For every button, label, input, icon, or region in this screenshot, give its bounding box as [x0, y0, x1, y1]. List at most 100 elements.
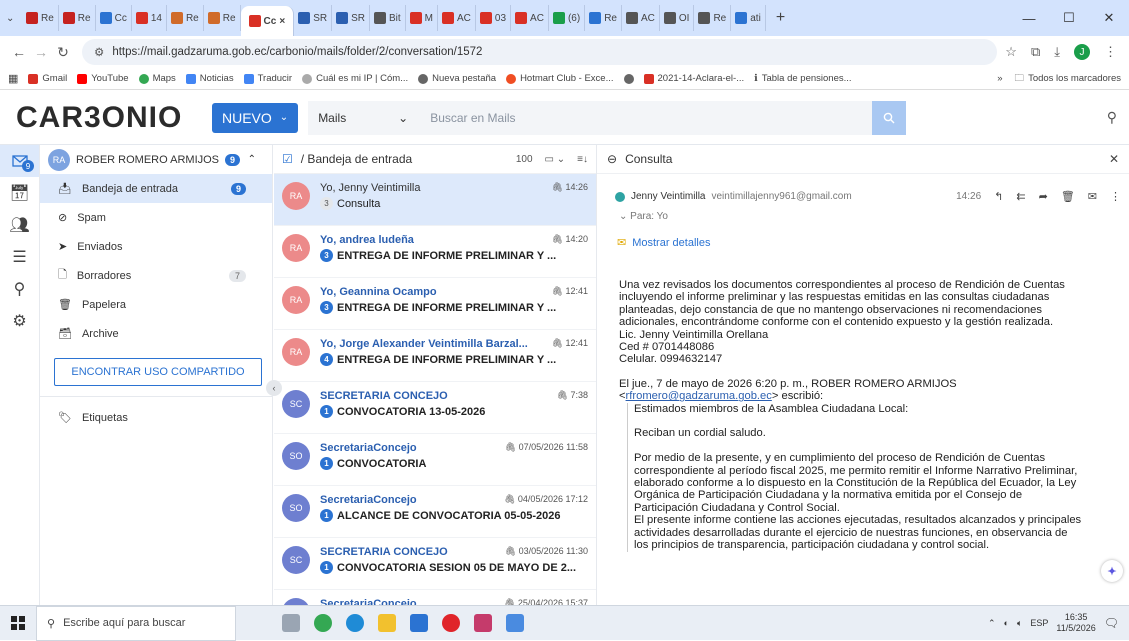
outlook-app-icon[interactable] [410, 614, 428, 632]
sort-icon[interactable]: ≡↓ [577, 154, 588, 165]
bookmark-youtube[interactable]: YouTube [77, 73, 129, 84]
tasks-module-button[interactable]: ☰ [0, 241, 39, 273]
trash-icon[interactable]: 🗑︎ [1061, 190, 1075, 203]
browser-tab[interactable]: AC [438, 5, 476, 31]
chevron-up-icon[interactable]: ⌃ [988, 618, 996, 629]
back-icon[interactable]: ← [8, 44, 30, 60]
search-module-select[interactable]: Mails ⌄ [308, 111, 418, 125]
bookmark-gmail[interactable]: Gmail [28, 73, 67, 84]
browser-tab[interactable]: Re [585, 5, 622, 31]
conversation-item[interactable]: SC SECRETARIA CONCEJO 🖇︎ 03/05/2026 11:30 1… [274, 538, 596, 590]
search-input[interactable]: Buscar en Mails [418, 111, 872, 125]
browser-tab[interactable]: Re [59, 5, 96, 31]
chevron-up-icon[interactable]: ⌃ [248, 154, 256, 165]
conversation-item[interactable]: RA Yo, Jenny Veintimilla 🖇︎ 14:26 3 Consulta [274, 174, 596, 226]
bookmark-noticias[interactable]: Noticias [185, 73, 234, 84]
browser-tab[interactable]: AC [511, 5, 549, 31]
bookmark-pdf[interactable]: 2021-14-Aclara-el-... [643, 73, 744, 84]
maximize-button[interactable]: ☐ [1049, 0, 1089, 36]
browser-tab[interactable]: Cc [96, 5, 132, 31]
conversation-item[interactable]: SO SecretariaConcejo 🖇︎ 07/05/2026 11:58 1 C… [274, 434, 596, 486]
url-field[interactable]: ⚙ https://mail.gadzaruma.gob.ec/carbonio… [82, 39, 998, 65]
app-icon[interactable] [474, 614, 492, 632]
new-tab-button[interactable]: + [766, 9, 795, 27]
contacts-module-button[interactable]: 👥︎ [0, 209, 39, 241]
bookmark-new-tab[interactable]: Nueva pestaña [418, 73, 496, 84]
conversation-item[interactable]: SC SECRETARIA CONCEJO 🖇︎ 7:38 1 CONVOCATORIA… [274, 382, 596, 434]
new-button[interactable]: NUEVO ⌄ [212, 102, 299, 133]
settings-module-button[interactable]: ⚙ [0, 305, 39, 337]
search-module-button[interactable]: ⚲ [0, 273, 39, 305]
user-icon[interactable]: ⚲ [1107, 109, 1117, 126]
view-mode-icon[interactable]: ▭ ⌄ [545, 154, 566, 165]
browser-tab[interactable]: 14 [132, 5, 167, 31]
folder-sent[interactable]: ➤ Enviados [40, 232, 272, 261]
taskbar-search[interactable]: ⚲ Escribe aquí para buscar [36, 605, 236, 641]
site-info-icon[interactable]: ⚙ [94, 45, 104, 59]
more-bookmarks-button[interactable]: » [997, 73, 1002, 84]
conversation-item[interactable]: SO SecretariaConcejo 🖇︎ 04/05/2026 17:12 1 A… [274, 486, 596, 538]
extensions-icon[interactable]: ⧉ [1031, 44, 1040, 60]
browser-tab[interactable]: ati [731, 5, 766, 31]
folder-trash[interactable]: 🗑︎ Papelera [40, 290, 272, 319]
mark-unread-icon[interactable]: ✉ [1088, 190, 1097, 203]
browser-tab[interactable]: OI [660, 5, 695, 31]
browser-tab[interactable]: Bit [370, 5, 406, 31]
clock[interactable]: 16:35 11/5/2026 [1056, 612, 1095, 634]
edge-app-icon[interactable] [346, 614, 364, 632]
browser-tab[interactable]: Cc × [240, 6, 295, 36]
all-bookmarks[interactable]: 🗀 Todos los marcadores [1015, 71, 1121, 87]
find-shares-button[interactable]: ENCONTRAR USO COMPARTIDO [54, 358, 262, 386]
close-tab-icon[interactable]: × [279, 16, 285, 27]
search-button[interactable] [872, 100, 907, 135]
bookmark-traducir[interactable]: Traducir [243, 73, 292, 84]
browser-menu-icon[interactable]: ⋮ [1104, 44, 1117, 60]
tags-section[interactable]: 🏷︎ Etiquetas [40, 403, 272, 432]
browser-tab[interactable]: M [406, 5, 439, 31]
collapse-sidebar-button[interactable]: ‹ [266, 380, 282, 396]
account-row[interactable]: RA ROBER ROMERO ARMIJOS 9 ⌃ [40, 145, 272, 174]
bookmark-maps[interactable]: Maps [138, 73, 176, 84]
bookmark-ip[interactable]: Cuál es mi IP | Cóm... [302, 73, 408, 84]
close-window-button[interactable]: ✕ [1089, 0, 1129, 36]
reply-all-icon[interactable]: ⇇ [1016, 190, 1025, 203]
folder-archive[interactable]: 🗃︎ Archive [40, 319, 272, 348]
close-icon[interactable]: ✕ [1109, 152, 1119, 166]
show-details-link[interactable]: ✉ Mostrar detalles [617, 236, 1129, 250]
conversation-item[interactable]: SOSecretariaConcejo🖇︎ 25/04/2026 15:371C… [274, 590, 596, 605]
folder-inbox[interactable]: 📥︎ Bandeja de entrada 9 [40, 174, 272, 203]
minimize-button[interactable]: — [1009, 0, 1049, 36]
folder-spam[interactable]: ⊘ Spam [40, 203, 272, 232]
task-view-icon[interactable] [282, 614, 300, 632]
chrome-app-icon[interactable] [314, 614, 332, 632]
mail-module-button[interactable]: 9 [0, 145, 39, 177]
forward-icon[interactable]: ➦ [1039, 190, 1048, 203]
browser-tab[interactable]: AC [622, 5, 660, 31]
reload-icon[interactable]: ↻ [52, 44, 74, 61]
profile-avatar[interactable]: J [1074, 44, 1090, 60]
browser-tab[interactable]: Re [167, 5, 204, 31]
conversation-item[interactable]: RA Yo, andrea ludeña 🖇︎ 14:20 3 ENTREGA DE I… [274, 226, 596, 278]
opera-app-icon[interactable] [442, 614, 460, 632]
browser-tab[interactable]: (6) [549, 5, 586, 31]
browser-tab[interactable]: Re [694, 5, 732, 31]
reply-icon[interactable]: ↰ [994, 190, 1003, 203]
file-explorer-icon[interactable] [378, 614, 396, 632]
browser-tab[interactable]: Re [22, 5, 59, 31]
downloads-icon[interactable]: ⤓ [1054, 44, 1060, 60]
bookmark-pensiones[interactable]: ℹ Tabla de pensiones... [754, 73, 851, 84]
forward-icon[interactable]: → [30, 44, 52, 60]
notifications-icon[interactable]: 🗨︎ [1104, 616, 1119, 630]
language-indicator[interactable]: ESP [1030, 618, 1048, 628]
assistant-button[interactable]: ✦ [1101, 560, 1123, 582]
bookmark-globe[interactable] [623, 73, 634, 84]
chevron-down-icon[interactable]: ⌄ [619, 211, 630, 222]
start-button[interactable] [0, 616, 36, 630]
browser-tab[interactable]: SR [332, 5, 370, 31]
tab-list-icon[interactable]: ⌄ [6, 13, 22, 24]
quote-email-link[interactable]: rfromero@gadzaruma.gob.ec [626, 390, 772, 402]
browser-tab[interactable]: 03 [476, 5, 512, 31]
apps-grid-icon[interactable]: ▦ [8, 72, 18, 85]
bookmark-star-icon[interactable]: ☆ [1005, 44, 1017, 60]
more-actions-icon[interactable]: ⋮ [1110, 190, 1121, 203]
